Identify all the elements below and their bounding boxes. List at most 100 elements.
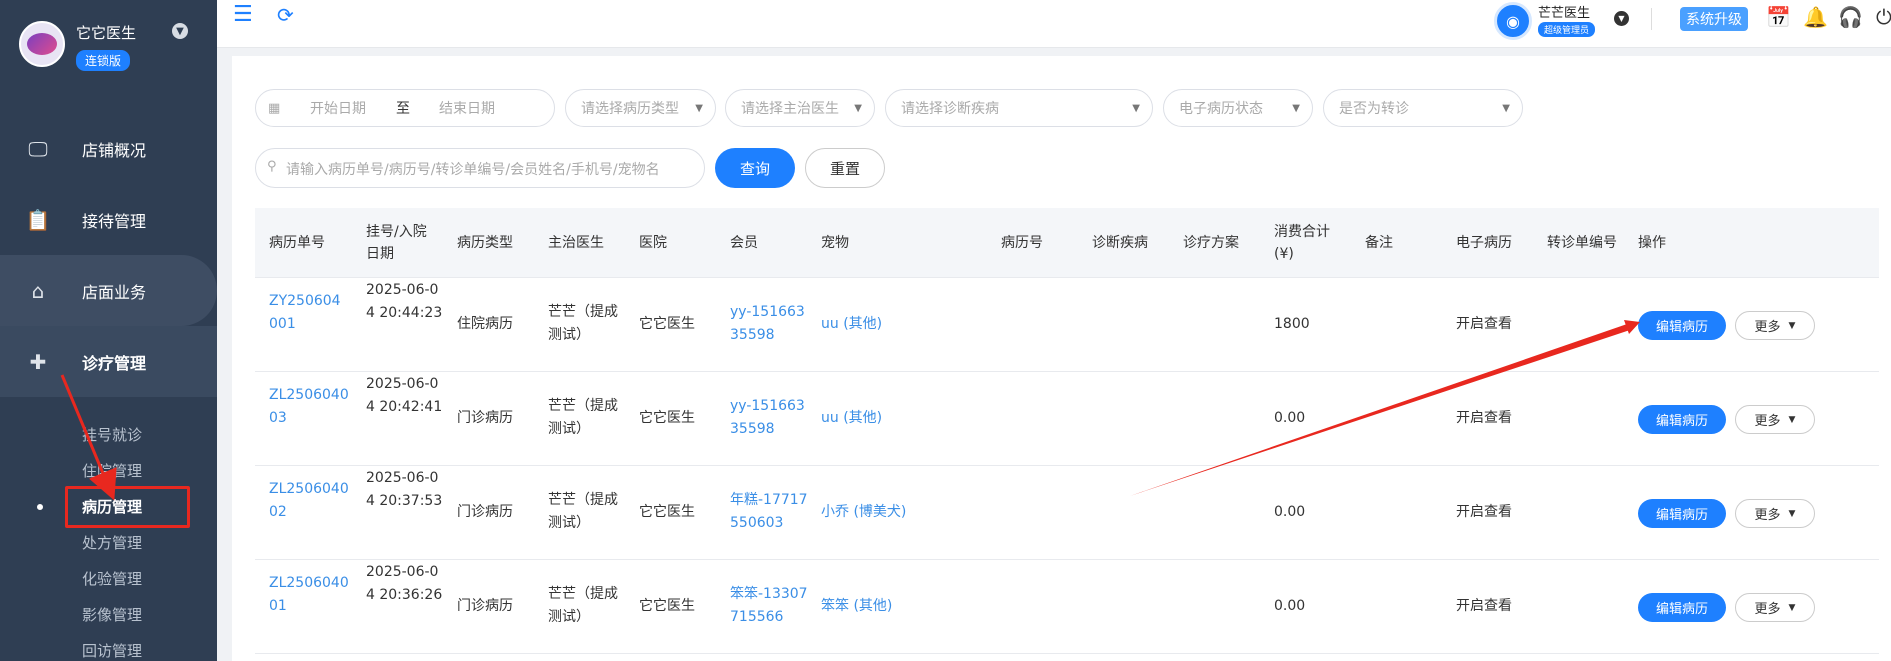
total-amount: 1800: [1274, 316, 1310, 332]
submenu-item[interactable]: 住院管理: [82, 460, 142, 481]
upgrade-button[interactable]: 系统升级: [1680, 7, 1748, 31]
emr-status[interactable]: 开启查看: [1456, 407, 1512, 430]
chevron-down-icon: ▼: [695, 102, 703, 114]
col-header: 备注: [1365, 235, 1393, 251]
refresh-icon[interactable]: ⟳: [277, 3, 294, 27]
record-type: 门诊病历: [457, 504, 513, 520]
more-label: 更多: [1754, 414, 1781, 429]
shop-icon: ⌂: [31, 278, 45, 303]
hospital: 它它医生: [639, 316, 695, 332]
submenu-item[interactable]: 化验管理: [82, 568, 142, 589]
record-no-link[interactable]: ZL250604001: [269, 572, 349, 618]
pet-link[interactable]: 笨笨 (其他): [821, 595, 892, 618]
search-input[interactable]: ⚲ 请输入病历单号/病历号/转诊单编号/会员姓名/手机号/宠物名: [255, 148, 705, 188]
emr-status[interactable]: 开启查看: [1456, 501, 1512, 524]
disease-select[interactable]: 请选择诊断疾病 ▼: [885, 89, 1153, 127]
more-button[interactable]: 更多 ▼: [1735, 405, 1815, 434]
record-no-link[interactable]: ZL250604003: [269, 384, 349, 430]
record-type-select[interactable]: 请选择病历类型 ▼: [565, 89, 716, 127]
pet-link[interactable]: 小乔 (博美犬): [821, 501, 906, 524]
pet-link[interactable]: uu (其他): [821, 313, 882, 336]
select-placeholder: 是否为转诊: [1339, 101, 1409, 117]
hospital: 它它医生: [639, 410, 695, 426]
more-button[interactable]: 更多 ▼: [1735, 499, 1815, 528]
caret-down-icon: ▼: [1788, 602, 1796, 613]
hospital: 它它医生: [639, 598, 695, 614]
menu-label: 店面业务: [82, 282, 147, 302]
menu-item-store-overview[interactable]: 🖵 店铺概况: [0, 113, 217, 184]
edit-record-button[interactable]: 编辑病历: [1638, 499, 1726, 528]
chevron-down-icon: ▼: [1132, 102, 1140, 114]
col-header: 诊疗方案: [1183, 235, 1239, 251]
total-amount: 0.00: [1274, 598, 1306, 614]
record-no-link[interactable]: ZL250604002: [269, 478, 349, 524]
edit-record-button[interactable]: 编辑病历: [1638, 405, 1726, 434]
more-button[interactable]: 更多 ▼: [1735, 593, 1815, 622]
table-row: ZL250604001 2025-06-04 20:36:26 门诊病历 芒芒（…: [255, 560, 1879, 654]
record-type: 门诊病历: [457, 598, 513, 614]
col-header: 操作: [1638, 235, 1666, 251]
col-header: 病历单号: [269, 235, 325, 251]
edit-record-button[interactable]: 编辑病历: [1638, 593, 1726, 622]
headset-icon[interactable]: 🎧: [1838, 5, 1863, 29]
user-role-badge: 超级管理员: [1538, 22, 1596, 37]
record-no-link[interactable]: ZY250604001: [269, 290, 349, 336]
member-link[interactable]: yy-15166335598: [730, 301, 810, 347]
member-link[interactable]: yy-15166335598: [730, 395, 810, 441]
col-header: 转诊单编号: [1547, 235, 1617, 251]
caret-down-icon: ▼: [1788, 320, 1796, 331]
query-button[interactable]: 查询: [715, 148, 795, 188]
submenu-item[interactable]: 挂号就诊: [82, 424, 142, 445]
col-header: 诊断疾病: [1092, 235, 1148, 251]
doctor-select[interactable]: 请选择主治医生 ▼: [725, 89, 875, 127]
edit-record-button[interactable]: 编辑病历: [1638, 311, 1726, 340]
total-amount: 0.00: [1274, 410, 1306, 426]
menu-item-store-business[interactable]: ⌂ 店面业务: [0, 255, 217, 326]
bell-icon[interactable]: 🔔: [1803, 5, 1828, 29]
member-link[interactable]: 笨笨-13307715566: [730, 583, 810, 629]
start-date-placeholder: 开始日期: [310, 101, 366, 117]
submenu-item[interactable]: 处方管理: [82, 532, 142, 553]
chevron-down-icon: ▼: [1502, 102, 1510, 114]
member-link[interactable]: 年糕-17717550603: [730, 489, 810, 535]
menu-icon[interactable]: ☰: [233, 2, 253, 27]
menu-item-diagnosis[interactable]: ✚ 诊疗管理: [0, 326, 217, 397]
emr-status-select[interactable]: 电子病历状态 ▼: [1163, 89, 1313, 127]
divider: [1651, 8, 1652, 30]
date-range-picker[interactable]: ▦ 开始日期 至 结束日期: [255, 89, 555, 127]
doctor: 芒芒（提成测试）: [548, 586, 618, 625]
record-type: 门诊病历: [457, 410, 513, 426]
select-placeholder: 请选择诊断疾病: [901, 101, 999, 117]
table-row: ZL250604002 2025-06-04 20:37:53 门诊病历 芒芒（…: [255, 466, 1879, 560]
emr-status[interactable]: 开启查看: [1456, 595, 1512, 618]
register-date: 2025-06-04 20:44:23: [366, 282, 443, 321]
medical-kit-icon: ✚: [29, 349, 47, 374]
more-button[interactable]: 更多 ▼: [1735, 311, 1815, 340]
menu-item-reception[interactable]: 📋 接待管理: [0, 184, 217, 255]
submenu-item[interactable]: 影像管理: [82, 604, 142, 625]
user-logo[interactable]: ◉: [1494, 2, 1532, 40]
sidebar-header: 它它医生 连锁版 ▼: [0, 0, 217, 90]
doctor: 芒芒（提成测试）: [548, 492, 618, 531]
emr-status[interactable]: 开启查看: [1456, 313, 1512, 336]
register-date: 2025-06-04 20:36:26: [366, 564, 443, 603]
chevron-down-icon[interactable]: ▼: [172, 23, 188, 39]
calendar-check-icon[interactable]: 📅: [1766, 5, 1791, 29]
reset-button[interactable]: 重置: [805, 148, 885, 188]
referral-select[interactable]: 是否为转诊 ▼: [1323, 89, 1523, 127]
records-table: 病历单号 挂号/入院日期 病历类型 主治医生 医院 会员 宠物 病历号 诊断疾病…: [255, 208, 1879, 661]
caret-down-icon: ▼: [1788, 414, 1796, 425]
chevron-down-icon: ▼: [1292, 102, 1300, 114]
col-header: 病历号: [1001, 235, 1043, 251]
pet-link[interactable]: uu (其他): [821, 407, 882, 430]
power-icon[interactable]: ⏻: [1876, 5, 1891, 29]
edition-badge: 连锁版: [76, 50, 131, 71]
table-row: ZY250604001 2025-06-04 20:44:23 住院病历 芒芒（…: [255, 278, 1879, 372]
more-label: 更多: [1754, 602, 1781, 617]
submenu: 挂号就诊 住院管理 病历管理 处方管理 化验管理 影像管理 回访管理: [0, 400, 217, 661]
submenu-item[interactable]: 回访管理: [82, 640, 142, 661]
search-icon: ⚲: [267, 159, 277, 174]
more-label: 更多: [1754, 508, 1781, 523]
hospital: 它它医生: [639, 504, 695, 520]
chevron-down-icon[interactable]: ▼: [1614, 11, 1629, 26]
